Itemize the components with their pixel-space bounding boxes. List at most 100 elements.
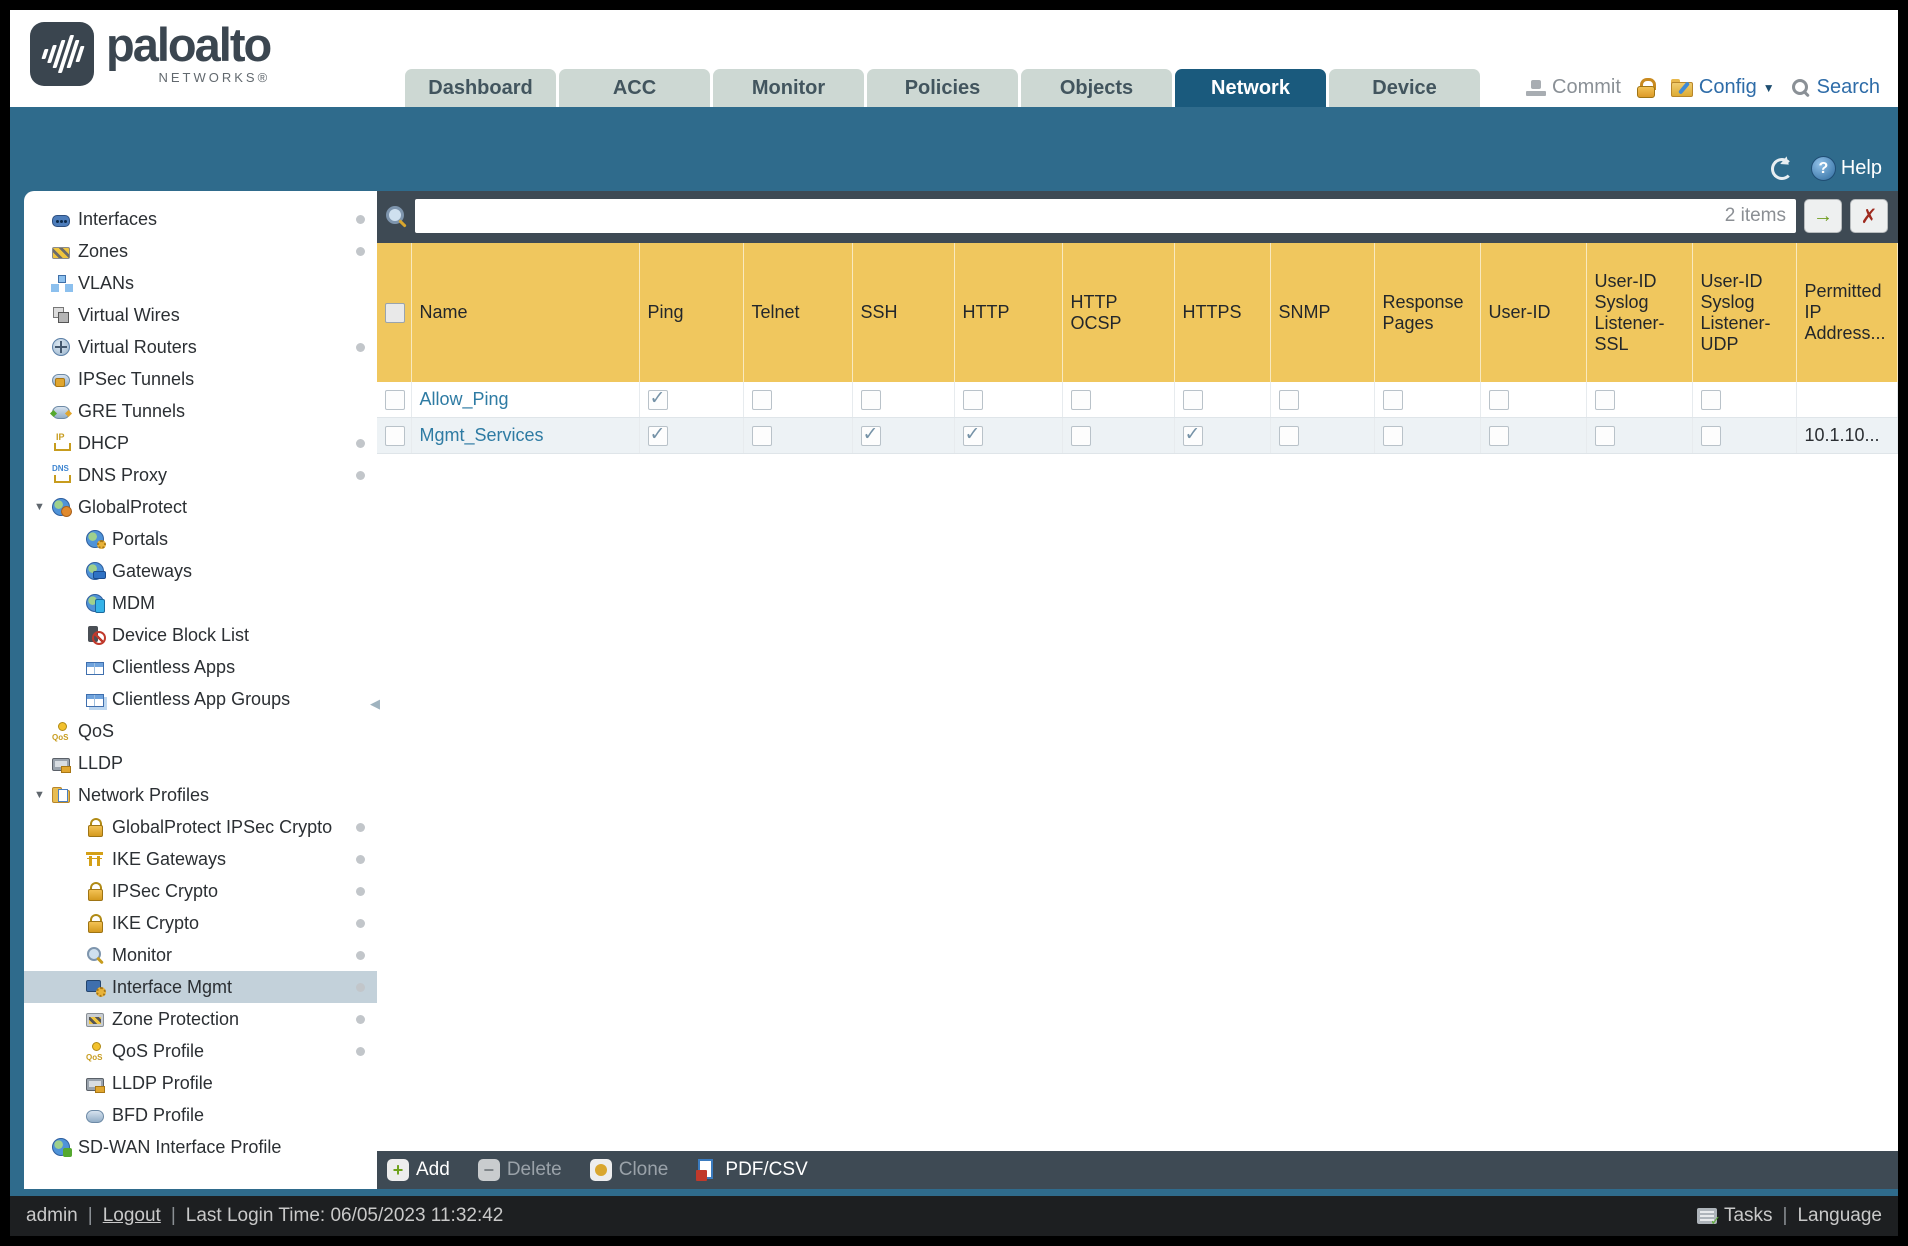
tab-dashboard[interactable]: Dashboard xyxy=(405,69,556,107)
tasks-button[interactable]: Tasks xyxy=(1724,1205,1773,1227)
globalprotect-icon xyxy=(52,498,72,517)
sidebar-item-dns-proxy[interactable]: DNS Proxy xyxy=(24,459,377,491)
sidebar-item-portals[interactable]: Portals xyxy=(24,523,377,555)
item-dot-icon xyxy=(356,1014,365,1024)
column-header-name[interactable]: Name xyxy=(411,243,640,382)
expand-triangle-icon[interactable]: ▼ xyxy=(34,789,45,801)
chevron-down-icon: ▼ xyxy=(1762,80,1775,95)
item-dot-icon xyxy=(356,886,365,896)
sidebar-item-interface-mgmt[interactable]: Interface Mgmt xyxy=(24,971,377,1003)
tab-network[interactable]: Network xyxy=(1175,69,1326,107)
sidebar-item-mdm[interactable]: MDM xyxy=(24,587,377,619)
virtual-routers-icon xyxy=(52,338,70,356)
sidebar-item-lldp[interactable]: LLDP xyxy=(24,747,377,779)
interface-mgmt-table: Name Ping Telnet SSH HTTP HTTP OCSP HTTPS SNMP R… xyxy=(377,243,1898,454)
sidebar-item-gre-tunnels[interactable]: GRE Tunnels xyxy=(24,395,377,427)
pdf-csv-button[interactable]: PDF/CSV xyxy=(696,1159,808,1181)
filter-input[interactable] xyxy=(415,199,1725,233)
sidebar-item-device-block-list[interactable]: Device Block List xyxy=(24,619,377,651)
column-header-telnet[interactable]: Telnet xyxy=(743,243,853,382)
tab-policies[interactable]: Policies xyxy=(867,69,1018,107)
tab-objects[interactable]: Objects xyxy=(1021,69,1172,107)
sidebar-item-globalprotect[interactable]: ▼ GlobalProtect xyxy=(24,491,377,523)
sidebar-item-virtual-wires[interactable]: Virtual Wires xyxy=(24,299,377,331)
sidebar-item-ipsec-crypto[interactable]: IPSec Crypto xyxy=(24,875,377,907)
lock-icon[interactable] xyxy=(1636,77,1656,98)
sidebar-item-label: Clientless App Groups xyxy=(112,688,291,709)
logout-link[interactable]: Logout xyxy=(103,1205,161,1227)
sidebar-item-interfaces[interactable]: Interfaces xyxy=(24,203,377,235)
paloalto-logo: paloalto NETWORKS® xyxy=(30,21,272,86)
item-dot-icon xyxy=(356,982,365,992)
sidebar-collapse-handle[interactable]: ◀ xyxy=(370,696,380,712)
lock-icon xyxy=(86,914,104,933)
sidebar-item-vlans[interactable]: VLANs xyxy=(24,267,377,299)
column-header-user-id[interactable]: User-ID xyxy=(1480,243,1587,382)
config-button[interactable]: Config ▼ xyxy=(1670,76,1775,99)
tab-bar: Dashboard ACC Monitor Policies Objects Networ… xyxy=(405,69,1480,107)
sidebar-item-label: Zones xyxy=(78,240,129,261)
lldp-icon xyxy=(52,757,71,773)
sidebar-item-zone-protection[interactable]: Zone Protection xyxy=(24,1003,377,1035)
row-select-checkbox[interactable] xyxy=(385,390,405,411)
sidebar-item-ike-gateways[interactable]: IKE Gateways xyxy=(24,843,377,875)
help-button[interactable]: ? Help xyxy=(1810,156,1882,181)
sidebar-item-qos-profile[interactable]: QoS Profile xyxy=(24,1035,377,1067)
language-button[interactable]: Language xyxy=(1797,1205,1882,1227)
row-select-checkbox[interactable] xyxy=(385,426,405,447)
ssh-indicator xyxy=(860,423,881,447)
commit-button[interactable]: Commit xyxy=(1526,76,1621,99)
sidebar-item-qos[interactable]: QoS xyxy=(24,715,377,747)
column-header-user-id-syslog-listener-ssl[interactable]: User-ID Syslog Listener-SSL xyxy=(1586,243,1693,382)
column-header-snmp[interactable]: SNMP xyxy=(1270,243,1375,382)
sidebar-item-zones[interactable]: Zones xyxy=(24,235,377,267)
sidebar-item-gateways[interactable]: Gateways xyxy=(24,555,377,587)
add-button[interactable]: + Add xyxy=(387,1159,450,1181)
gre-tunnels-icon xyxy=(52,405,70,419)
item-dot-icon xyxy=(356,342,365,352)
column-header-ssh[interactable]: SSH xyxy=(852,243,955,382)
column-header-http-ocsp[interactable]: HTTP OCSP xyxy=(1062,243,1175,382)
column-header-http[interactable]: HTTP xyxy=(954,243,1063,382)
apply-filter-button[interactable]: → xyxy=(1804,199,1842,233)
sidebar-item-dhcp[interactable]: DHCP xyxy=(24,427,377,459)
sidebar-item-lldp-profile[interactable]: LLDP Profile xyxy=(24,1067,377,1099)
sidebar-item-label: Interfaces xyxy=(78,208,158,229)
column-header-response-pages[interactable]: Response Pages xyxy=(1374,243,1481,382)
sidebar-item-clientless-apps[interactable]: Clientless Apps xyxy=(24,651,377,683)
sidebar-item-globalprotect-ipsec-crypto[interactable]: GlobalProtect IPSec Crypto xyxy=(24,811,377,843)
tab-monitor[interactable]: Monitor xyxy=(713,69,864,107)
snmp-indicator xyxy=(1278,426,1299,447)
column-header-permitted-ip-address[interactable]: Permitted IP Address... xyxy=(1796,243,1898,382)
user-id-indicator xyxy=(1488,390,1509,411)
column-header-ping[interactable]: Ping xyxy=(639,243,744,382)
select-all-checkbox[interactable] xyxy=(385,303,405,324)
clientless-app-groups-icon xyxy=(86,693,104,707)
sidebar-item-label: Device Block List xyxy=(112,624,250,645)
sidebar-item-label: GlobalProtect xyxy=(78,496,188,517)
column-header-https[interactable]: HTTPS xyxy=(1174,243,1271,382)
sidebar-item-sd-wan-interface-profile[interactable]: SD-WAN Interface Profile xyxy=(24,1131,377,1163)
profile-name-link[interactable]: Mgmt_Services xyxy=(420,425,544,445)
filter-search-icon xyxy=(385,205,407,227)
refresh-icon[interactable] xyxy=(1770,157,1793,180)
column-header-user-id-syslog-listener-udp[interactable]: User-ID Syslog Listener-UDP xyxy=(1692,243,1797,382)
expand-triangle-icon[interactable]: ▼ xyxy=(34,501,45,513)
global-search-button[interactable]: Search xyxy=(1791,76,1880,99)
sidebar-item-label: IKE Crypto xyxy=(112,912,200,933)
sidebar-item-ike-crypto[interactable]: IKE Crypto xyxy=(24,907,377,939)
sidebar-item-label: QoS Profile xyxy=(112,1040,205,1061)
sidebar-item-monitor[interactable]: Monitor xyxy=(24,939,377,971)
sidebar-item-virtual-routers[interactable]: Virtual Routers xyxy=(24,331,377,363)
sidebar-item-clientless-app-groups[interactable]: Clientless App Groups xyxy=(24,683,377,715)
profile-name-link[interactable]: Allow_Ping xyxy=(420,389,509,409)
clear-filter-button[interactable]: ✗ xyxy=(1850,199,1888,233)
tab-device[interactable]: Device xyxy=(1329,69,1480,107)
sidebar-item-network-profiles[interactable]: ▼ Network Profiles xyxy=(24,779,377,811)
table-actions-toolbar: + Add − Delete Clone PDF/CSV xyxy=(377,1151,1898,1189)
tab-acc[interactable]: ACC xyxy=(559,69,710,107)
sidebar-item-ipsec-tunnels[interactable]: IPSec Tunnels xyxy=(24,363,377,395)
sidebar-item-bfd-profile[interactable]: BFD Profile xyxy=(24,1099,377,1131)
qos-profile-icon xyxy=(86,1042,104,1062)
sidebar-item-label: Clientless Apps xyxy=(112,656,236,677)
